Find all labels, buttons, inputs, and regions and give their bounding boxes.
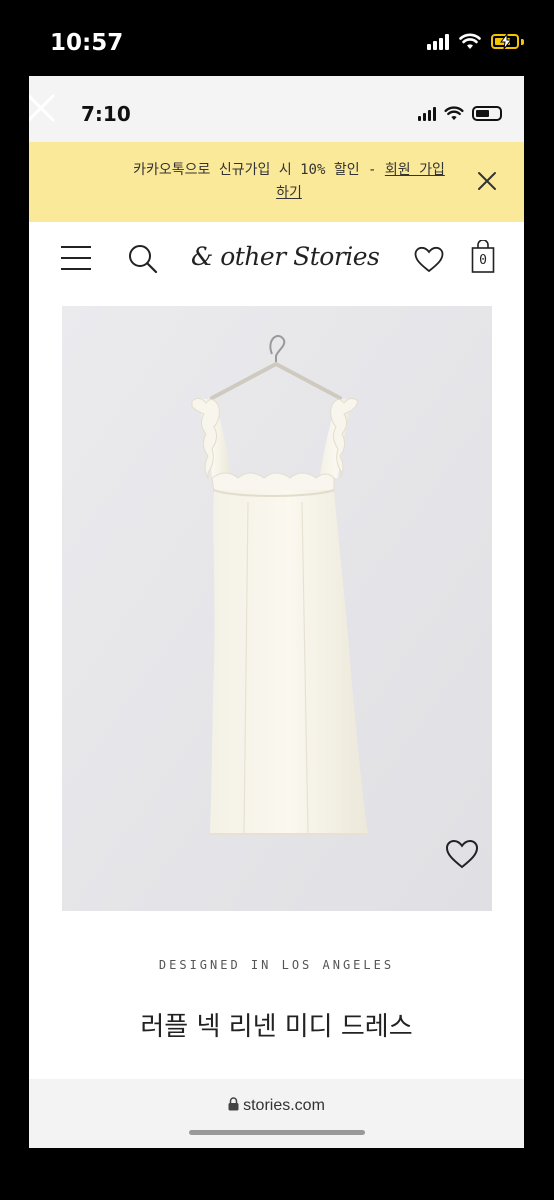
promo-text: 카카오톡으로 신규가입 시 10% 할인 - 회원 가입 하기: [124, 159, 454, 205]
battery-charging-icon: [491, 34, 519, 49]
home-indicator[interactable]: [189, 1130, 365, 1135]
signal-icon: [427, 33, 449, 50]
wifi-icon: [444, 106, 464, 121]
outer-status-time: 10:57: [50, 30, 124, 56]
outer-status-icons: [427, 33, 524, 50]
browser-status-time: 7:10: [81, 102, 131, 126]
hamburger-menu-icon[interactable]: [60, 244, 92, 272]
wifi-icon: [459, 33, 481, 49]
lock-icon: [228, 1097, 239, 1111]
site-header: & other Stories 0: [29, 222, 524, 296]
battery-icon: [472, 106, 502, 121]
product-title: 러플 넥 리넨 미디 드레스: [140, 1012, 413, 1042]
dress-illustration: [62, 306, 492, 911]
cart-count: 0: [479, 253, 487, 268]
close-icon[interactable]: [476, 170, 498, 192]
heart-outline-icon[interactable]: [445, 839, 479, 869]
outer-status-bar: 10:57: [0, 0, 554, 76]
promo-message: 카카오톡으로 신규가입 시 10% 할인 -: [133, 162, 385, 178]
battery-tip: [521, 38, 524, 45]
brand-logo[interactable]: & other Stories: [191, 242, 380, 271]
browser-address-bar[interactable]: stories.com: [29, 1079, 524, 1148]
heart-outline-icon[interactable]: [414, 246, 444, 273]
signal-icon: [418, 106, 436, 121]
screenshot-viewer: 7:10 카카오톡으로 신규가입 시 10% 할인 - 회원 가입 하기 & o…: [29, 76, 524, 1148]
address-url-row[interactable]: stories.com: [29, 1097, 524, 1115]
designed-label: DESIGNED IN LOS ANGELES: [158, 958, 395, 972]
product-image[interactable]: [62, 306, 492, 911]
address-url: stories.com: [243, 1097, 325, 1114]
search-icon[interactable]: [127, 243, 159, 275]
browser-status-bar: 7:10: [29, 76, 524, 142]
promo-banner: 카카오톡으로 신규가입 시 10% 할인 - 회원 가입 하기: [29, 142, 524, 222]
browser-status-icons: [418, 106, 502, 121]
close-icon[interactable]: [29, 92, 57, 124]
shopping-bag-icon[interactable]: 0: [471, 240, 495, 274]
